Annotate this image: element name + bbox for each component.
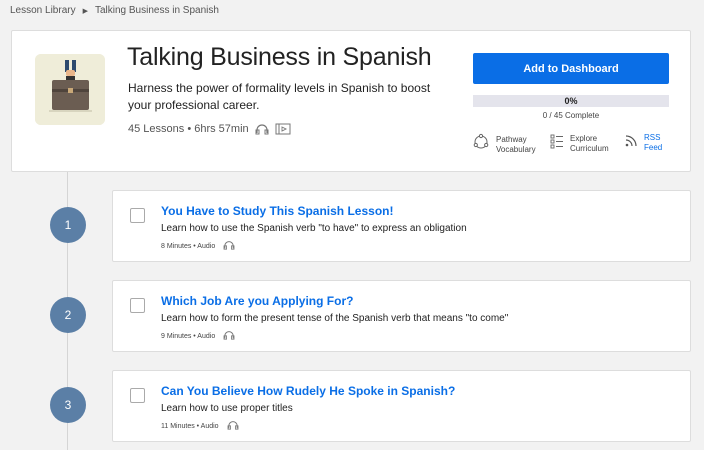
lesson-checkbox[interactable] [130, 388, 145, 403]
explore-curriculum-link[interactable]: Explore Curriculum [550, 133, 609, 154]
breadcrumb-lesson-library[interactable]: Lesson Library [10, 5, 76, 16]
lesson-meta-text: 9 Minutes • Audio [161, 332, 216, 340]
lesson-number-badge: 2 [50, 297, 86, 333]
headphones-icon [227, 420, 239, 432]
progress-percent: 0% [564, 96, 578, 106]
course-meta-text: 45 Lessons • 6hrs 57min [128, 123, 249, 135]
lesson-description: Learn how to use proper titles [161, 403, 293, 414]
lesson-meta-text: 11 Minutes • Audio [161, 422, 219, 430]
pathway-icon [472, 133, 490, 156]
course-header-card: Talking Business in Spanish Harness the … [11, 30, 691, 172]
lesson-card: Which Job Are you Applying For? Learn ho… [112, 280, 691, 352]
lesson-checkbox[interactable] [130, 208, 145, 223]
lesson-description: Learn how to use the Spanish verb "to ha… [161, 223, 467, 234]
lesson-title-link[interactable]: You Have to Study This Spanish Lesson! [161, 204, 393, 218]
lesson-card: You Have to Study This Spanish Lesson! L… [112, 190, 691, 262]
course-description: Harness the power of formality levels in… [128, 81, 431, 112]
lesson-title-link[interactable]: Can You Believe How Rudely He Spoke in S… [161, 384, 455, 398]
rss-feed-link[interactable]: RSS Feed [624, 133, 662, 153]
progress-count: 0 / 45 Complete [542, 111, 600, 120]
briefcase-icon [35, 54, 105, 125]
lesson-checkbox[interactable] [130, 298, 145, 313]
course-meta: 45 Lessons • 6hrs 57min [128, 123, 291, 135]
lesson-number-badge: 1 [50, 207, 86, 243]
breadcrumb-current: Talking Business in Spanish [94, 5, 219, 16]
list-icon [550, 133, 564, 154]
headphones-icon [223, 330, 235, 342]
progress: 0% 0 / 45 Complete [473, 95, 669, 120]
progress-bar: 0% [473, 95, 669, 107]
rss-feed-label: RSS Feed [644, 133, 663, 152]
lesson-card: Can You Believe How Rudely He Spoke in S… [112, 370, 691, 442]
add-to-dashboard-button[interactable]: Add to Dashboard [473, 53, 669, 84]
lesson-meta: 11 Minutes • Audio [161, 420, 239, 432]
breadcrumb: Lesson Library ▶ Talking Business in Spa… [10, 5, 219, 16]
lesson-meta: 8 Minutes • Audio [161, 240, 235, 252]
lesson-title-link[interactable]: Which Job Are you Applying For? [161, 294, 353, 308]
rss-icon [624, 134, 638, 153]
pathway-vocabulary-link[interactable]: Pathway Vocabulary [472, 133, 536, 156]
pathway-vocabulary-label: Pathway Vocabulary [496, 134, 536, 154]
headphones-icon [255, 123, 269, 135]
lesson-meta: 9 Minutes • Audio [161, 330, 235, 342]
video-icon [275, 123, 291, 135]
breadcrumb-separator-icon: ▶ [82, 7, 88, 15]
explore-curriculum-label: Explore Curriculum [570, 133, 609, 153]
course-title: Talking Business in Spanish [127, 43, 432, 71]
lesson-number-badge: 3 [50, 387, 86, 423]
lesson-description: Learn how to form the present tense of t… [161, 313, 509, 324]
lesson-meta-text: 8 Minutes • Audio [161, 242, 216, 250]
headphones-icon [223, 240, 235, 252]
